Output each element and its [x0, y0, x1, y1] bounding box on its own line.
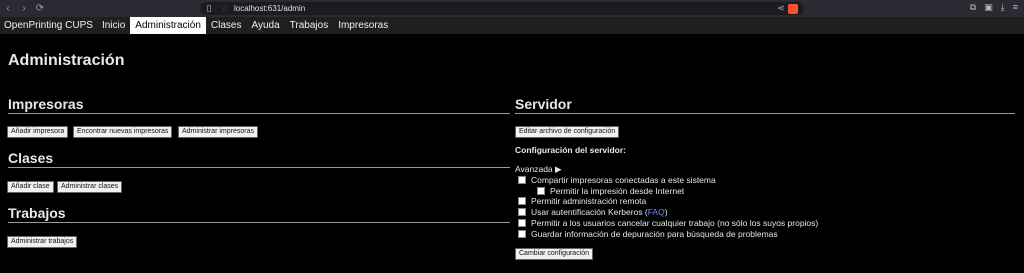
- nav-item-administracion[interactable]: Administración: [130, 17, 206, 34]
- add-printer-button[interactable]: Añadir impresora: [7, 126, 69, 138]
- option-label: Permitir a los usuarios cancelar cualqui…: [531, 218, 819, 228]
- url-text[interactable]: localhost:631/admin: [232, 4, 774, 13]
- manage-jobs-button[interactable]: Administrar trabajos: [7, 236, 78, 248]
- option-debug-logging: Guardar información de depuración para b…: [518, 229, 778, 239]
- nav-item-clases[interactable]: Clases: [206, 17, 247, 34]
- option-label-suffix: ): [664, 207, 668, 217]
- toolbar-right-icons: ⧉ ▣ ⤓ ≡: [970, 2, 1018, 13]
- manage-printers-button[interactable]: Administrar impresoras: [178, 126, 258, 138]
- printers-title: Impresoras: [8, 96, 510, 114]
- change-settings-button[interactable]: Cambiar configuración: [515, 248, 594, 260]
- option-share-printers: Compartir impresoras conectadas a este s…: [518, 175, 716, 185]
- nav-item-impresoras[interactable]: Impresoras: [333, 17, 393, 34]
- forward-icon[interactable]: ›: [16, 3, 32, 14]
- site-info-icon[interactable]: ◌: [218, 4, 232, 13]
- option-label: Compartir impresoras conectadas a este s…: [531, 175, 716, 185]
- option-label: Permitir la impresión desde Internet: [550, 186, 685, 196]
- option-cancel-any-job: Permitir a los usuarios cancelar cualqui…: [518, 218, 818, 228]
- share-printers-checkbox[interactable]: [518, 176, 526, 184]
- option-kerberos: Usar autentificación Kerberos ( FAQ ): [518, 207, 668, 217]
- add-class-button[interactable]: Añadir clase: [7, 181, 54, 193]
- cancel-any-job-checkbox[interactable]: [518, 219, 526, 227]
- browser-toolbar: ‹ › ⟳ ▯ ◌ localhost:631/admin ⋖ ⧉ ▣ ⤓ ≡: [0, 0, 1024, 17]
- jobs-title: Trabajos: [8, 205, 510, 223]
- advanced-link[interactable]: Avanzada ▶: [515, 164, 562, 175]
- nav-brand[interactable]: OpenPrinting CUPS: [0, 20, 97, 31]
- remote-admin-checkbox[interactable]: [518, 197, 526, 205]
- extensions-icon[interactable]: ⧉: [970, 2, 976, 13]
- option-label: Guardar información de depuración para b…: [531, 229, 778, 239]
- cups-nav: OpenPrinting CUPS Inicio Administración …: [0, 17, 1024, 34]
- address-bar[interactable]: ▯ ◌ localhost:631/admin ⋖: [200, 2, 804, 15]
- brave-shield-icon[interactable]: [788, 3, 798, 14]
- nav-item-inicio[interactable]: Inicio: [97, 17, 130, 34]
- kerberos-checkbox[interactable]: [518, 208, 526, 216]
- find-new-printers-button[interactable]: Encontrar nuevas impresoras: [73, 126, 173, 138]
- downloads-icon[interactable]: ⤓: [1001, 2, 1005, 13]
- server-title: Servidor: [515, 96, 1015, 114]
- option-internet-printing: Permitir la impresión desde Internet: [537, 186, 684, 196]
- wallet-icon[interactable]: ▣: [984, 2, 993, 13]
- bookmark-icon[interactable]: ▯: [200, 3, 218, 14]
- back-icon[interactable]: ‹: [0, 3, 16, 14]
- option-label: Usar autentificación Kerberos (: [531, 207, 648, 217]
- faq-link[interactable]: FAQ: [648, 207, 665, 217]
- nav-item-ayuda[interactable]: Ayuda: [246, 17, 284, 34]
- classes-title: Clases: [8, 150, 510, 168]
- option-remote-admin: Permitir administración remota: [518, 196, 646, 206]
- nav-item-trabajos[interactable]: Trabajos: [285, 17, 334, 34]
- edit-config-button[interactable]: Editar archivo de configuración: [515, 126, 620, 138]
- share-icon[interactable]: ⋖: [774, 3, 788, 14]
- page-title: Administración: [8, 52, 125, 69]
- debug-logging-checkbox[interactable]: [518, 230, 526, 238]
- option-label: Permitir administración remota: [531, 196, 647, 206]
- manage-classes-button[interactable]: Administrar clases: [57, 181, 123, 193]
- internet-printing-checkbox[interactable]: [537, 187, 545, 195]
- reload-icon[interactable]: ⟳: [32, 3, 48, 14]
- server-config-label: Configuración del servidor:: [515, 145, 626, 155]
- menu-icon[interactable]: ≡: [1013, 2, 1018, 13]
